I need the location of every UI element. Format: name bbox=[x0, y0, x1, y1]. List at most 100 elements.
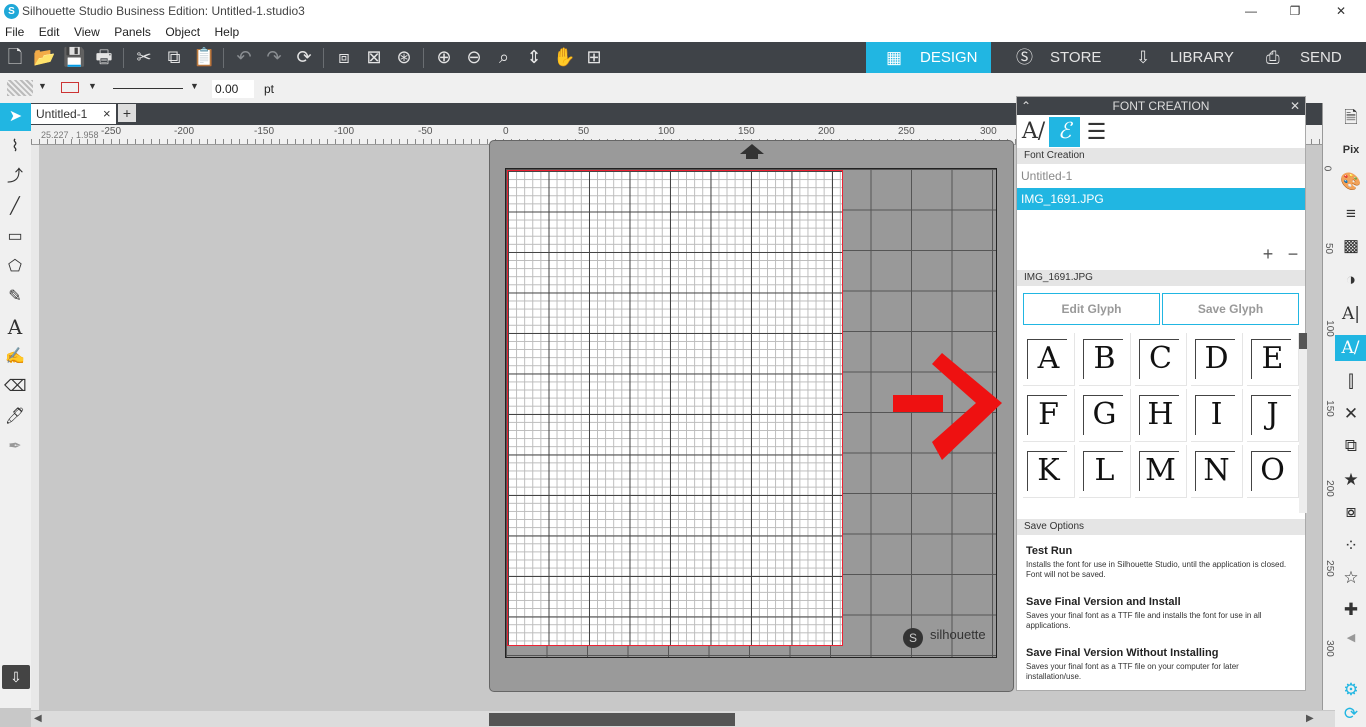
line-style-dropdown-icon[interactable]: ▼ bbox=[190, 81, 199, 91]
glyph-cell[interactable]: N bbox=[1191, 445, 1243, 498]
font-list-item-selected[interactable]: IMG_1691.JPG bbox=[1017, 188, 1305, 210]
text-align-tab-icon[interactable]: ☰ bbox=[1081, 117, 1112, 147]
line-color-dropdown-icon[interactable]: ▼ bbox=[88, 81, 97, 91]
menu-view[interactable]: View bbox=[69, 22, 105, 39]
transform-icon[interactable]: ✕ bbox=[1339, 401, 1363, 427]
tab-library[interactable]: ⇩ LIBRARY bbox=[1116, 42, 1241, 73]
remove-font-button[interactable]: − bbox=[1283, 245, 1303, 263]
pixscan-icon[interactable]: Pix bbox=[1339, 137, 1363, 163]
test-run-option[interactable]: Test Run bbox=[1026, 545, 1072, 557]
polygon-tool-icon[interactable]: ⬠ bbox=[4, 256, 26, 278]
ungroup-icon[interactable]: ⊠ bbox=[363, 46, 385, 68]
glyph-scrollbar[interactable] bbox=[1299, 333, 1307, 513]
fill-color-icon[interactable]: 🎨 bbox=[1339, 169, 1363, 195]
zoom-in-icon[interactable]: ⊕ bbox=[433, 46, 455, 68]
collapse-panel-icon[interactable]: ⌃ bbox=[1021, 97, 1031, 115]
point-edit-tool-icon[interactable]: ⌇ bbox=[4, 136, 26, 158]
document-tab[interactable]: Untitled-1 × bbox=[31, 104, 116, 124]
modify-icon[interactable]: ★ bbox=[1339, 467, 1363, 493]
fill-pattern-panel-icon[interactable]: ▩ bbox=[1339, 233, 1363, 259]
menu-help[interactable]: Help bbox=[209, 22, 244, 39]
add-tab-button[interactable]: + bbox=[118, 104, 136, 122]
glyph-cell[interactable]: C bbox=[1135, 333, 1187, 386]
group-icon[interactable]: ⧈ bbox=[333, 46, 355, 68]
glyph-cell[interactable]: B bbox=[1079, 333, 1131, 386]
sync-icon[interactable]: ⟳ bbox=[1339, 701, 1363, 727]
restore-button[interactable]: ❐ bbox=[1272, 0, 1318, 22]
line-color-icon[interactable] bbox=[61, 82, 79, 93]
scroll-left-icon[interactable]: ◀ bbox=[34, 713, 42, 724]
fit-to-window-icon[interactable]: ⊞ bbox=[583, 46, 605, 68]
glyph-cell[interactable]: O bbox=[1247, 445, 1299, 498]
glyph-cell[interactable]: K bbox=[1023, 445, 1075, 498]
glyph-cell[interactable]: G bbox=[1079, 389, 1131, 442]
glyph-scroll-thumb[interactable] bbox=[1299, 333, 1307, 349]
menu-file[interactable]: File bbox=[0, 22, 29, 39]
close-window-button[interactable]: ✕ bbox=[1318, 0, 1364, 22]
eyedropper-tool-icon[interactable]: ✒ bbox=[4, 436, 26, 458]
fill-dropdown-arrow-icon[interactable]: ▼ bbox=[38, 81, 47, 91]
edit-glyph-button[interactable]: Edit Glyph bbox=[1023, 293, 1160, 325]
glyph-cell[interactable]: I bbox=[1191, 389, 1243, 442]
curve-tool-icon[interactable]: ⤴ bbox=[4, 166, 26, 188]
page-setup-icon[interactable]: 🗎 bbox=[1339, 105, 1363, 131]
glyph-cell[interactable]: D bbox=[1191, 333, 1243, 386]
trace-icon[interactable]: ⁘ bbox=[1339, 533, 1363, 559]
glyph-cell[interactable]: M bbox=[1135, 445, 1187, 498]
font-creation-icon[interactable]: A/ bbox=[1335, 335, 1366, 361]
cut-icon[interactable]: ✂ bbox=[133, 46, 155, 68]
replicate-icon[interactable]: ⧉ bbox=[1339, 433, 1363, 459]
text-style-icon[interactable]: A| bbox=[1339, 301, 1363, 327]
settings-gear-icon[interactable]: ⚙ bbox=[1339, 677, 1363, 703]
glyph-cell[interactable]: L bbox=[1079, 445, 1131, 498]
glyph-cell[interactable]: F bbox=[1023, 389, 1075, 442]
menu-edit[interactable]: Edit bbox=[34, 22, 65, 39]
zoom-select-icon[interactable]: ⌕ bbox=[493, 46, 515, 68]
font-creation-tab-icon[interactable]: ℰ bbox=[1049, 117, 1080, 147]
tab-store[interactable]: Ⓢ STORE bbox=[996, 42, 1116, 73]
rhinestone-icon[interactable]: ☆ bbox=[1339, 565, 1363, 591]
fit-page-icon[interactable]: ⇕ bbox=[523, 46, 545, 68]
add-font-button[interactable]: + bbox=[1258, 245, 1278, 263]
tab-send[interactable]: ⎙ SEND bbox=[1246, 42, 1366, 73]
redo-icon[interactable]: ↷ bbox=[263, 46, 285, 68]
print-icon[interactable]: 🖶 bbox=[93, 46, 115, 68]
library-drawer-icon[interactable]: ⇩ bbox=[2, 665, 30, 689]
align-icon[interactable]: ⫿ bbox=[1339, 369, 1363, 395]
close-panel-icon[interactable]: ✕ bbox=[1290, 97, 1300, 115]
select-tool-icon[interactable]: ➤ bbox=[0, 103, 31, 131]
zoom-out-icon[interactable]: ⊖ bbox=[463, 46, 485, 68]
minimize-button[interactable]: — bbox=[1228, 0, 1274, 22]
save-without-install-option[interactable]: Save Final Version Without Installing bbox=[1026, 647, 1218, 659]
knife-tool-icon[interactable]: 🖊 bbox=[4, 406, 26, 428]
new-file-icon[interactable]: 🗋 bbox=[4, 46, 26, 68]
line-style-panel-icon[interactable]: ≡ bbox=[1339, 201, 1363, 227]
redraw-icon[interactable]: ⟳ bbox=[293, 46, 315, 68]
rectangle-tool-icon[interactable]: ▭ bbox=[4, 226, 26, 248]
line-width-input[interactable]: 0.00 bbox=[212, 80, 254, 98]
color-select-icon[interactable]: ⊛ bbox=[393, 46, 415, 68]
tab-design[interactable]: ▦ DESIGN bbox=[866, 42, 991, 73]
line-style-icon[interactable] bbox=[113, 88, 183, 89]
menu-panels[interactable]: Panels bbox=[109, 22, 156, 39]
line-tool-icon[interactable]: ╱ bbox=[4, 196, 26, 218]
undo-icon[interactable]: ↶ bbox=[233, 46, 255, 68]
glyph-cell[interactable]: J bbox=[1247, 389, 1299, 442]
glyph-cell[interactable]: E bbox=[1247, 333, 1299, 386]
puzzle-icon[interactable]: ✚ bbox=[1339, 597, 1363, 623]
horizontal-scroll-thumb[interactable] bbox=[489, 713, 735, 726]
paste-icon[interactable]: 📋 bbox=[193, 46, 215, 68]
copy-icon[interactable]: ⧉ bbox=[163, 46, 185, 68]
save-icon[interactable]: 💾 bbox=[63, 46, 85, 68]
eraser-tool-icon[interactable]: ⌫ bbox=[4, 376, 27, 398]
sketch-tool-icon[interactable]: ✍ bbox=[4, 346, 26, 368]
image-effects-icon[interactable]: ◑ bbox=[1339, 267, 1363, 293]
save-glyph-button[interactable]: Save Glyph bbox=[1162, 293, 1299, 325]
menu-object[interactable]: Object bbox=[160, 22, 205, 39]
font-list-item[interactable]: Untitled-1 bbox=[1017, 165, 1305, 187]
fill-pattern-icon[interactable] bbox=[7, 80, 33, 96]
collapse-arrow-icon[interactable]: ◀ bbox=[1339, 625, 1363, 651]
glyph-cell[interactable]: A bbox=[1023, 333, 1075, 386]
glyph-cell[interactable]: H bbox=[1135, 389, 1187, 442]
close-tab-icon[interactable]: × bbox=[103, 106, 111, 121]
